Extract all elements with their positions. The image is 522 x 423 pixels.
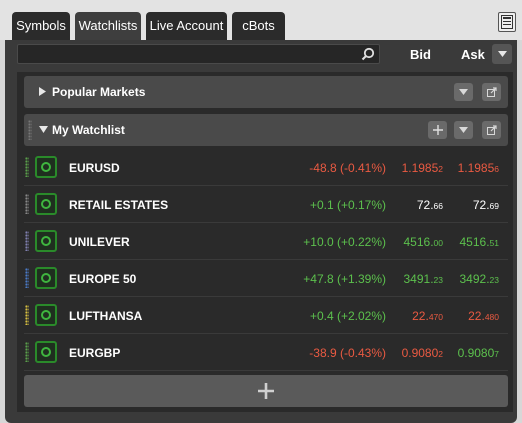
change-value: +47.8 (+1.39%)	[303, 272, 386, 286]
tab-watchlists[interactable]: Watchlists	[75, 12, 141, 40]
ask-price[interactable]: 3492.23	[460, 272, 500, 286]
watchlist-list: Popular Markets My Watchlist EURUSD -48.…	[17, 72, 513, 412]
table-row[interactable]: LUFTHANSA +0.4 (+2.02%) 22.470 22.480	[24, 297, 508, 334]
table-row[interactable]: EUROPE 50 +47.8 (+1.39%) 3491.23 3492.23	[24, 260, 508, 297]
tab-cbots[interactable]: cBots	[232, 12, 285, 40]
group-title: Popular Markets	[52, 85, 146, 99]
popout-button[interactable]	[482, 121, 501, 139]
external-link-icon	[486, 87, 497, 97]
group-popular-markets[interactable]: Popular Markets	[24, 76, 508, 108]
favorite-icon[interactable]	[35, 304, 57, 326]
triangle-down-icon[interactable]	[39, 126, 48, 133]
bid-price[interactable]: 72.66	[417, 198, 443, 212]
plus-icon	[432, 125, 443, 135]
table-row[interactable]: EURUSD -48.8 (-0.41%) 1.19852 1.19856	[24, 149, 508, 186]
table-row[interactable]: EURGBP -38.9 (-0.43%) 0.90802 0.90807	[24, 334, 508, 371]
ask-price[interactable]: 4516.51	[460, 235, 500, 249]
plus-icon	[258, 383, 274, 399]
search-box[interactable]	[17, 44, 380, 64]
change-value: -48.8 (-0.41%)	[309, 161, 386, 175]
chevron-down-icon	[459, 127, 468, 133]
bid-price[interactable]: 4516.00	[404, 235, 444, 249]
watchlist-panel: Bid Ask Popular Markets My Watchlist EUR…	[5, 40, 517, 423]
favorite-icon[interactable]	[35, 267, 57, 289]
tab-symbols[interactable]: Symbols	[12, 12, 70, 40]
group-title: My Watchlist	[52, 123, 125, 137]
change-value: +0.4 (+2.02%)	[309, 309, 386, 323]
row-color-band	[25, 231, 29, 251]
symbol-name: UNILEVER	[69, 235, 130, 249]
bid-price[interactable]: 0.90802	[402, 346, 443, 360]
change-value: -38.9 (-0.43%)	[309, 346, 386, 360]
row-color-band	[25, 194, 29, 214]
chevron-down-icon	[459, 89, 468, 95]
search-icon[interactable]	[361, 47, 375, 61]
change-value: +0.1 (+0.17%)	[309, 198, 386, 212]
row-color-band	[25, 268, 29, 288]
columns-dropdown-button[interactable]	[492, 44, 512, 64]
group-menu-button[interactable]	[454, 83, 473, 101]
symbol-name: LUFTHANSA	[69, 309, 143, 323]
ask-price[interactable]: 22.480	[468, 309, 499, 323]
chevron-down-icon	[497, 51, 507, 57]
bid-price[interactable]: 3491.23	[404, 272, 444, 286]
bid-price[interactable]: 22.470	[412, 309, 443, 323]
symbol-name: EURGBP	[69, 346, 121, 360]
row-color-band	[25, 157, 29, 177]
panel-layout-button[interactable]	[498, 12, 516, 32]
change-value: +10.0 (+0.22%)	[303, 235, 386, 249]
search-header: Bid Ask	[5, 40, 517, 68]
favorite-icon[interactable]	[35, 156, 57, 178]
favorite-icon[interactable]	[35, 341, 57, 363]
tab-bar: Symbols Watchlists Live Account cBots	[0, 0, 522, 40]
search-input[interactable]	[22, 46, 352, 62]
table-row[interactable]: RETAIL ESTATES +0.1 (+0.17%) 72.66 72.69	[24, 186, 508, 223]
bid-column-header: Bid	[410, 47, 431, 62]
ask-price[interactable]: 1.19856	[458, 161, 499, 175]
panel-layout-icon	[501, 15, 513, 29]
symbol-name: RETAIL ESTATES	[69, 198, 169, 212]
popout-button[interactable]	[482, 83, 501, 101]
ask-column-header: Ask	[461, 47, 485, 62]
ask-price[interactable]: 0.90807	[458, 346, 499, 360]
add-symbol-button[interactable]	[428, 121, 447, 139]
triangle-right-icon[interactable]	[39, 87, 46, 96]
favorite-icon[interactable]	[35, 193, 57, 215]
drag-handle[interactable]	[28, 120, 32, 140]
external-link-icon	[486, 125, 497, 135]
tab-live-account[interactable]: Live Account	[146, 12, 227, 40]
bid-price[interactable]: 1.19852	[402, 161, 443, 175]
symbol-name: EUROPE 50	[69, 272, 137, 286]
table-row[interactable]: UNILEVER +10.0 (+0.22%) 4516.00 4516.51	[24, 223, 508, 260]
row-color-band	[25, 305, 29, 325]
row-color-band	[25, 342, 29, 362]
add-watchlist-button[interactable]	[24, 375, 508, 407]
group-menu-button[interactable]	[454, 121, 473, 139]
ask-price[interactable]: 72.69	[473, 198, 499, 212]
group-my-watchlist[interactable]: My Watchlist	[24, 114, 508, 146]
favorite-icon[interactable]	[35, 230, 57, 252]
symbol-name: EURUSD	[69, 161, 120, 175]
